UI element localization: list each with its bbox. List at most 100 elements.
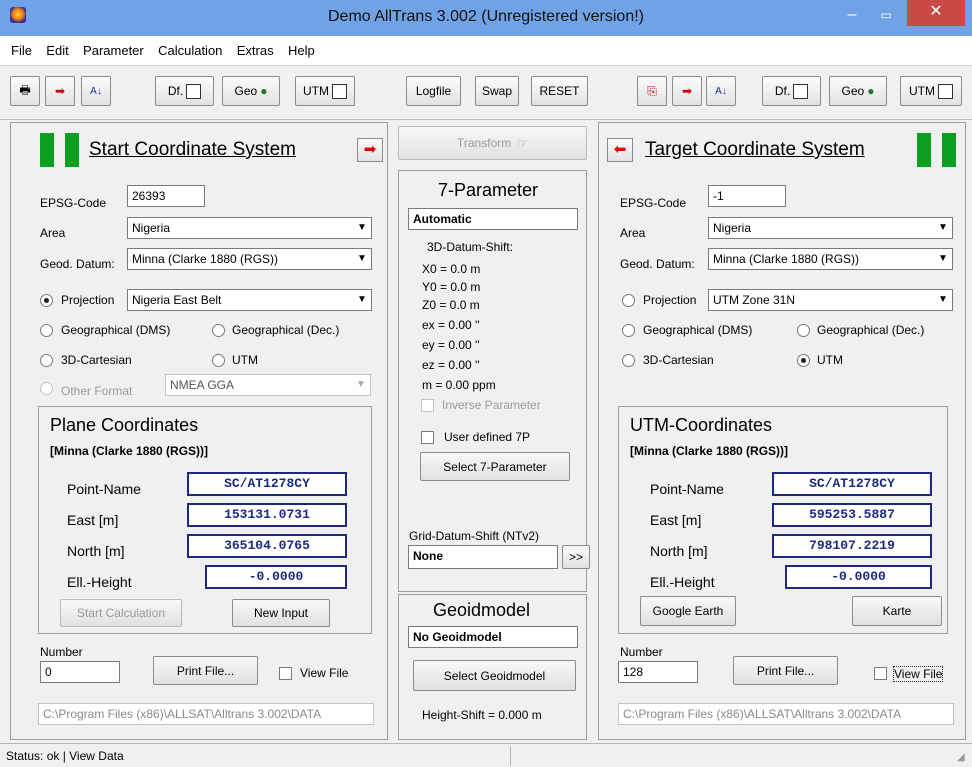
target-height-input[interactable]: -0.0000	[785, 565, 932, 589]
utm-right-button[interactable]: UTM	[900, 76, 962, 106]
user-defined-7p-checkbox[interactable]	[421, 431, 434, 444]
maximize-button[interactable]: ▭	[876, 8, 896, 26]
target-cartesian-radio[interactable]	[622, 354, 635, 367]
start-print-file-button[interactable]: Print File...	[153, 656, 258, 685]
open-file-button[interactable]: 🖶	[10, 76, 40, 106]
menu-edit[interactable]: Edit	[46, 36, 68, 66]
start-point-input[interactable]: SC/AT1278CY	[187, 472, 347, 496]
start-north-label: North [m]	[67, 543, 125, 559]
status-divider	[510, 746, 511, 766]
target-number-input[interactable]: 128	[618, 661, 698, 683]
menu-help[interactable]: Help	[288, 36, 315, 66]
reset-button[interactable]: RESET	[531, 76, 588, 106]
sort-right-button[interactable]: A↓	[706, 76, 736, 106]
start-geo-dms-radio[interactable]	[40, 324, 53, 337]
start-datum-select[interactable]: Minna (Clarke 1880 (RGS)) ▼	[127, 248, 372, 270]
start-utm-label: UTM	[232, 353, 258, 367]
df-button[interactable]: Df.	[155, 76, 214, 106]
grid-shift-browse-button[interactable]: >>	[562, 545, 590, 569]
start-path-field[interactable]: C:\Program Files (x86)\ALLSAT\Alltrans 3…	[38, 703, 374, 725]
geoid-value[interactable]: No Geoidmodel	[408, 626, 578, 648]
utm-label: UTM	[303, 84, 329, 98]
start-view-file-checkbox[interactable]	[279, 667, 292, 680]
chevron-down-icon: ▼	[353, 249, 371, 269]
df-label: Df.	[167, 84, 184, 98]
start-east-input[interactable]: 153131.0731	[187, 503, 347, 527]
menu-calculation[interactable]: Calculation	[158, 36, 222, 66]
target-path-field[interactable]: C:\Program Files (x86)\ALLSAT\Alltrans 3…	[618, 703, 954, 725]
target-projection-radio[interactable]	[622, 294, 635, 307]
target-datum-select[interactable]: Minna (Clarke 1880 (RGS)) ▼	[708, 248, 953, 270]
inverse-parameter-label: Inverse Parameter	[442, 398, 541, 412]
new-input-button[interactable]: New Input	[232, 599, 330, 627]
target-area-select[interactable]: Nigeria ▼	[708, 217, 953, 239]
menu-file[interactable]: File	[11, 36, 32, 66]
logfile-button[interactable]: Logfile	[406, 76, 461, 106]
resize-grip-icon[interactable]: ◢	[957, 752, 969, 764]
start-utm-radio[interactable]	[212, 354, 225, 367]
globe-icon: ●	[867, 84, 875, 98]
google-earth-button[interactable]: Google Earth	[640, 596, 736, 626]
target-area-value: Nigeria	[713, 221, 752, 235]
start-calculation-button[interactable]: Start Calculation	[60, 599, 182, 627]
export-right-button[interactable]: ➡	[672, 76, 702, 106]
seven-parameter-mode[interactable]: Automatic	[408, 208, 578, 230]
karte-button[interactable]: Karte	[852, 596, 942, 626]
target-height-label: Ell.-Height	[650, 574, 715, 590]
geoid-title: Geoidmodel	[433, 600, 531, 620]
start-projection-radio[interactable]	[40, 294, 53, 307]
sort-button[interactable]: A↓	[81, 76, 111, 106]
transform-button[interactable]: Transform ☞	[398, 126, 587, 160]
start-geo-dec-radio[interactable]	[212, 324, 225, 337]
target-print-file-button[interactable]: Print File...	[733, 656, 838, 685]
start-other-format-label: Other Format	[61, 384, 133, 398]
target-arrow-button[interactable]: ⬅	[607, 138, 633, 162]
target-projection-select[interactable]: UTM Zone 31N ▼	[708, 289, 953, 311]
start-number-input[interactable]: 0	[40, 661, 120, 683]
utm-label: UTM	[909, 84, 935, 98]
select-geoidmodel-button[interactable]: Select Geoidmodel	[413, 660, 576, 691]
chevron-down-icon: ▼	[353, 218, 371, 238]
target-utm-label: UTM	[817, 353, 843, 367]
target-north-input[interactable]: 798107.2219	[772, 534, 932, 558]
grid-shift-value[interactable]: None	[408, 545, 558, 569]
target-epsg-input[interactable]: -1	[708, 185, 786, 207]
df-right-button[interactable]: Df.	[762, 76, 821, 106]
select-7-parameter-button[interactable]: Select 7-Parameter	[420, 452, 570, 481]
copy-button[interactable]: ⎘	[637, 76, 667, 106]
start-height-input[interactable]: -0.0000	[205, 565, 347, 589]
user-defined-7p-label: User defined 7P	[444, 430, 531, 444]
arrow-left-icon: ⬅	[613, 141, 627, 158]
seven-parameter-title: 7-Parameter	[438, 180, 539, 200]
target-geo-dec-radio[interactable]	[797, 324, 810, 337]
start-other-format-radio[interactable]	[40, 382, 53, 395]
swap-button[interactable]: Swap	[475, 76, 519, 106]
start-projection-select[interactable]: Nigeria East Belt ▼	[127, 289, 372, 311]
inverse-parameter-checkbox[interactable]	[421, 399, 434, 412]
target-point-input[interactable]: SC/AT1278CY	[772, 472, 932, 496]
start-cartesian-radio[interactable]	[40, 354, 53, 367]
target-geo-dms-radio[interactable]	[622, 324, 635, 337]
chevron-down-icon: ▼	[934, 249, 952, 269]
utm-button[interactable]: UTM	[295, 76, 355, 106]
geo-right-button[interactable]: Geo ●	[829, 76, 887, 106]
param-ex: ex = 0.00 ''	[422, 318, 480, 332]
target-east-input[interactable]: 595253.5887	[772, 503, 932, 527]
hand-pointer-icon: ☞	[517, 136, 528, 150]
minimize-button[interactable]: –	[842, 7, 862, 26]
export-button[interactable]: ➡	[45, 76, 75, 106]
start-area-select[interactable]: Nigeria ▼	[127, 217, 372, 239]
height-shift-label: Height-Shift = 0.000 m	[422, 708, 542, 722]
start-epsg-input[interactable]: 26393	[127, 185, 205, 207]
start-north-input[interactable]: 365104.0765	[187, 534, 347, 558]
start-other-format-select[interactable]: NMEA GGA ▼	[165, 374, 371, 396]
chevron-down-icon: ▼	[352, 375, 370, 395]
target-utm-radio[interactable]	[797, 354, 810, 367]
menu-parameter[interactable]: Parameter	[83, 36, 144, 66]
grid-icon	[332, 83, 347, 99]
menu-extras[interactable]: Extras	[237, 36, 274, 66]
start-arrow-button[interactable]: ➡	[357, 138, 383, 162]
close-button[interactable]: ✕	[907, 0, 965, 26]
target-view-file-checkbox[interactable]	[874, 667, 887, 680]
geo-button[interactable]: Geo ●	[222, 76, 280, 106]
